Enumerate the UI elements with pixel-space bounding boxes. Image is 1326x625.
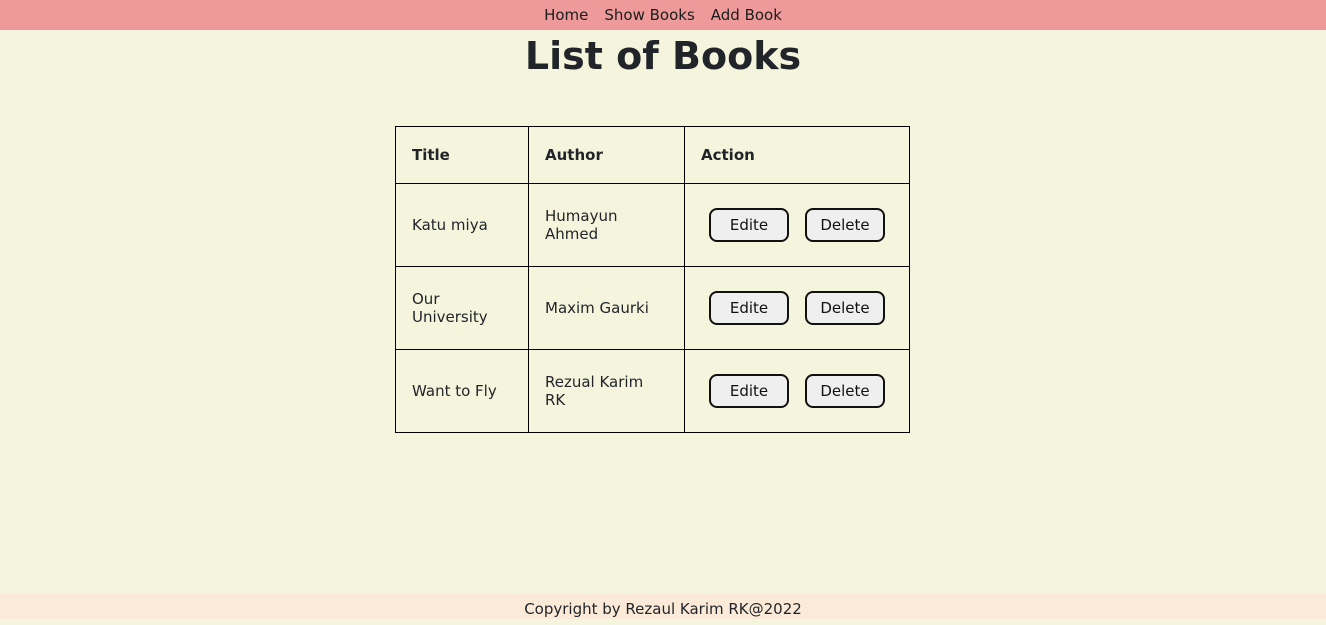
delete-button[interactable]: Delete — [805, 374, 885, 408]
copyright-text: Copyright by Rezaul Karim RK@2022 — [524, 600, 802, 618]
edit-button[interactable]: Edite — [709, 208, 789, 242]
column-header-author: Author — [528, 126, 685, 184]
books-table: Title Author Action Katu miya Humayun Ah… — [395, 126, 910, 433]
book-title-cell: Katu miya — [395, 183, 529, 267]
nav-link-add-book[interactable]: Add Book — [711, 0, 782, 30]
nav-link-home[interactable]: Home — [544, 0, 588, 30]
nav-link-show-books[interactable]: Show Books — [604, 0, 694, 30]
column-header-title: Title — [395, 126, 529, 184]
book-title-cell: Our University — [395, 266, 529, 350]
top-navbar: Home Show Books Add Book — [0, 0, 1326, 30]
book-author-cell: Rezual Karim RK — [528, 349, 685, 433]
book-author-cell: Maxim Gaurki — [528, 266, 685, 350]
book-title-cell: Want to Fly — [395, 349, 529, 433]
delete-button[interactable]: Delete — [805, 208, 885, 242]
table-header-row: Title Author Action — [395, 126, 910, 184]
delete-button[interactable]: Delete — [805, 291, 885, 325]
table-row: Our University Maxim Gaurki Edite Delete — [395, 266, 910, 350]
book-author-cell: Humayun Ahmed — [528, 183, 685, 267]
edit-button[interactable]: Edite — [709, 291, 789, 325]
column-header-action: Action — [684, 126, 910, 184]
book-actions-cell: Edite Delete — [684, 183, 910, 267]
edit-button[interactable]: Edite — [709, 374, 789, 408]
footer: Copyright by Rezaul Karim RK@2022 — [0, 594, 1326, 619]
table-row: Want to Fly Rezual Karim RK Edite Delete — [395, 349, 910, 433]
table-row: Katu miya Humayun Ahmed Edite Delete — [395, 183, 910, 267]
book-actions-cell: Edite Delete — [684, 266, 910, 350]
page-title: List of Books — [524, 34, 802, 78]
book-actions-cell: Edite Delete — [684, 349, 910, 433]
